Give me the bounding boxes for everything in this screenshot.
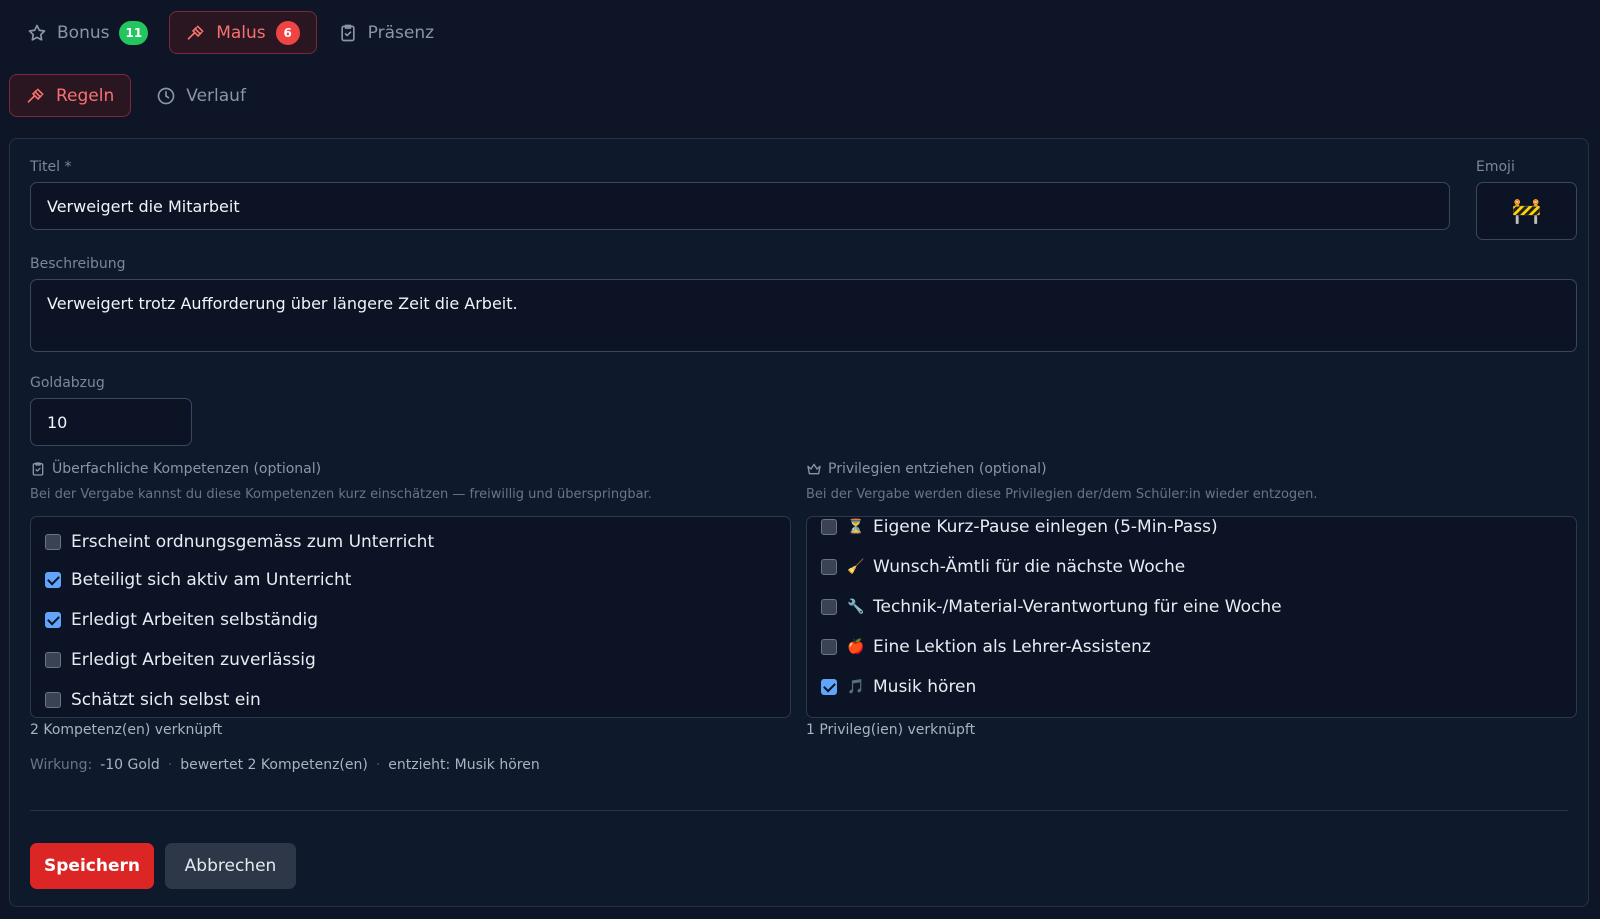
privilege-checkbox-1[interactable] xyxy=(821,559,837,575)
competency-item[interactable]: Beteiligt sich aktiv am Unterricht xyxy=(45,570,351,590)
separator-dot: · xyxy=(375,757,381,773)
gavel-icon xyxy=(26,86,46,106)
tab-malus[interactable]: Malus 6 xyxy=(169,11,317,54)
music-note-icon: 🎵 xyxy=(847,679,865,695)
privilege-label: Eine Lektion als Lehrer-Assistenz xyxy=(873,637,1151,657)
divider xyxy=(30,810,1568,811)
bonus-count-badge: 11 xyxy=(119,20,149,45)
gavel-icon xyxy=(186,23,206,43)
competency-label: Erscheint ordnungsgemäss zum Unterricht xyxy=(71,532,435,552)
hourglass-icon: ⏳ xyxy=(847,519,865,535)
tab-regeln-label: Regeln xyxy=(56,85,115,106)
privileges-list: ⏳ Eigene Kurz-Pause einlegen (5-Min-Pass… xyxy=(806,516,1577,718)
privilege-item[interactable]: 🎵 Musik hören xyxy=(821,677,976,697)
privilege-checkbox-0[interactable] xyxy=(821,519,837,535)
description-textarea[interactable]: Verweigert trotz Aufforderung über länge… xyxy=(30,279,1577,352)
competencies-heading-text: Überfachliche Kompetenzen (optional) xyxy=(52,461,322,477)
save-button[interactable]: Speichern xyxy=(30,843,154,889)
tab-verlauf-label: Verlauf xyxy=(186,85,246,106)
title-input[interactable]: Verweigert die Mitarbeit xyxy=(30,182,1450,230)
clipboard-check-icon xyxy=(30,461,46,477)
privilege-label: Technik-/Material-Verantwortung für eine… xyxy=(873,597,1282,617)
tab-praesenz-label: Präsenz xyxy=(367,22,435,43)
effect-label: Wirkung: xyxy=(30,757,93,773)
privilege-item[interactable]: 🧹 Wunsch-Ämtli für die nächste Woche xyxy=(821,557,1185,577)
competency-label: Schätzt sich selbst ein xyxy=(71,690,261,710)
cancel-button[interactable]: Abbrechen xyxy=(165,843,296,889)
clock-icon xyxy=(156,86,176,106)
tab-regeln[interactable]: Regeln xyxy=(9,74,132,117)
separator-dot: · xyxy=(167,757,173,773)
sub-tab-bar: Regeln Verlauf xyxy=(9,74,271,117)
competencies-heading: Überfachliche Kompetenzen (optional) xyxy=(30,461,321,477)
effect-revokes: entzieht: Musik hören xyxy=(388,757,540,773)
privileges-count: 1 Privileg(ien) verknüpft xyxy=(806,722,976,738)
privilege-checkbox-4[interactable] xyxy=(821,679,837,695)
privilege-label: Eigene Kurz-Pause einlegen (5-Min-Pass) xyxy=(873,517,1218,537)
description-label: Beschreibung xyxy=(30,256,126,272)
star-icon xyxy=(27,23,47,43)
competency-item[interactable]: Schätzt sich selbst ein xyxy=(45,690,261,710)
privilege-item[interactable]: 🍎 Eine Lektion als Lehrer-Assistenz xyxy=(821,637,1151,657)
competency-checkbox-3[interactable] xyxy=(45,652,61,668)
gold-deduction-input[interactable]: 10 xyxy=(30,398,192,446)
tab-bonus[interactable]: Bonus 11 xyxy=(10,11,165,54)
competency-checkbox-1[interactable] xyxy=(45,572,61,588)
malus-count-badge: 6 xyxy=(275,20,300,45)
competency-item[interactable]: Erscheint ordnungsgemäss zum Unterricht xyxy=(45,532,434,552)
emoji-picker[interactable]: 🚧 xyxy=(1476,182,1577,240)
competency-checkbox-0[interactable] xyxy=(45,534,61,550)
competencies-count: 2 Kompetenz(en) verknüpft xyxy=(30,722,223,738)
competencies-list: Erscheint ordnungsgemäss zum Unterricht … xyxy=(30,516,791,718)
title-label: Titel * xyxy=(30,159,72,175)
effect-rating: bewertet 2 Kompetenz(en) xyxy=(180,757,368,773)
emoji-label: Emoji xyxy=(1476,159,1515,175)
competency-item[interactable]: Erledigt Arbeiten zuverlässig xyxy=(45,650,316,670)
tab-praesenz[interactable]: Präsenz xyxy=(321,11,451,54)
effect-summary: Wirkung: -10 Gold · bewertet 2 Kompetenz… xyxy=(30,757,540,773)
privileges-hint: Bei der Vergabe werden diese Privilegien… xyxy=(806,487,1318,502)
privilege-item[interactable]: 🔧 Technik-/Material-Verantwortung für ei… xyxy=(821,597,1282,617)
crown-icon xyxy=(806,461,822,477)
gold-deduction-label: Goldabzug xyxy=(30,375,105,391)
privilege-label: Wunsch-Ämtli für die nächste Woche xyxy=(873,557,1186,577)
effect-gold: -10 Gold xyxy=(100,757,160,773)
privilege-checkbox-3[interactable] xyxy=(821,639,837,655)
competency-label: Beteiligt sich aktiv am Unterricht xyxy=(71,570,352,590)
tab-verlauf[interactable]: Verlauf xyxy=(139,74,263,117)
top-tab-bar: Bonus 11 Malus 6 Präsenz xyxy=(10,11,455,54)
wrench-icon: 🔧 xyxy=(847,599,865,615)
competency-label: Erledigt Arbeiten zuverlässig xyxy=(71,650,316,670)
competency-checkbox-4[interactable] xyxy=(45,692,61,708)
broom-icon: 🧹 xyxy=(847,559,865,575)
privilege-label: Musik hören xyxy=(873,677,977,697)
tab-bonus-label: Bonus xyxy=(57,22,110,43)
apple-icon: 🍎 xyxy=(847,639,865,655)
competency-checkbox-2[interactable] xyxy=(45,612,61,628)
privilege-item[interactable]: ⏳ Eigene Kurz-Pause einlegen (5-Min-Pass… xyxy=(821,517,1218,537)
tab-malus-label: Malus xyxy=(216,22,266,43)
privileges-heading: Privilegien entziehen (optional) xyxy=(806,461,1047,477)
privileges-heading-text: Privilegien entziehen (optional) xyxy=(828,461,1047,477)
competencies-hint: Bei der Vergabe kannst du diese Kompeten… xyxy=(30,487,652,502)
competency-item[interactable]: Erledigt Arbeiten selbständig xyxy=(45,610,318,630)
competency-label: Erledigt Arbeiten selbständig xyxy=(71,610,319,630)
clipboard-check-icon xyxy=(338,23,358,43)
privilege-checkbox-2[interactable] xyxy=(821,599,837,615)
rule-edit-form: Titel * Verweigert die Mitarbeit Emoji 🚧… xyxy=(9,138,1589,907)
